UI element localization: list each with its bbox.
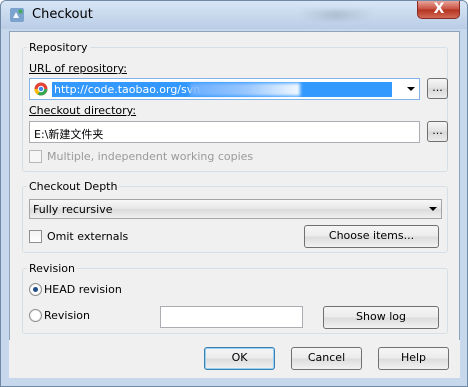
revision-number-input[interactable]	[160, 306, 303, 328]
checkout-directory-value: E:\新建文件夹	[34, 128, 104, 141]
blurred-title-area	[301, 10, 371, 20]
choose-items-button[interactable]: Choose items...	[304, 225, 439, 248]
show-log-button[interactable]: Show log	[323, 306, 439, 329]
ok-button[interactable]: OK	[204, 347, 275, 370]
checkout-depth-select[interactable]: Fully recursive	[29, 199, 442, 219]
title-bar[interactable]: Checkout X	[1, 1, 467, 29]
url-label: URL of repository:	[29, 62, 127, 75]
browse-directory-button[interactable]: ...	[427, 121, 448, 142]
dialog-footer: OK Cancel Help	[9, 340, 460, 378]
chevron-down-icon	[407, 87, 415, 91]
close-icon: X	[433, 1, 445, 17]
help-button[interactable]: Help	[378, 347, 449, 370]
radio-selected-dot	[33, 287, 38, 292]
url-label-text: URL of repository:	[29, 62, 127, 75]
revision-label: Revision	[44, 309, 90, 322]
revision-group-label: Revision	[27, 262, 77, 275]
close-button[interactable]: X	[417, 1, 460, 19]
multiple-working-copies-checkbox[interactable]	[29, 150, 42, 163]
omit-externals-checkbox[interactable]	[29, 230, 42, 243]
checkout-dialog-window: Checkout X Repository URL of repository:…	[0, 0, 468, 387]
repository-url-combobox[interactable]: http://code.taobao.org/svn	[29, 78, 420, 100]
repository-group-label: Repository	[27, 41, 90, 54]
checkout-directory-input[interactable]: E:\新建文件夹	[29, 121, 420, 143]
checkout-depth-selected-value: Fully recursive	[33, 203, 113, 216]
tortoise-svn-icon	[10, 8, 24, 22]
window-title: Checkout	[32, 7, 93, 22]
chevron-down-icon	[429, 207, 437, 211]
checkout-directory-label: Checkout directory:	[29, 104, 136, 117]
blurred-url-suffix	[190, 83, 300, 96]
head-revision-label: HEAD revision	[44, 283, 122, 296]
dialog-content: Repository URL of repository: http://cod…	[9, 31, 460, 341]
head-revision-radio[interactable]	[29, 283, 42, 296]
cancel-button[interactable]: Cancel	[291, 347, 362, 370]
checkout-directory-label-text: Checkout directory:	[29, 104, 137, 117]
repository-url-value: http://code.taobao.org/svn	[54, 83, 201, 96]
browse-repository-button[interactable]: ...	[427, 78, 448, 99]
checkout-depth-group-label: Checkout Depth	[27, 180, 120, 193]
omit-externals-label: Omit externals	[47, 230, 129, 243]
chrome-icon	[34, 82, 48, 96]
multiple-working-copies-label: Multiple, independent working copies	[47, 150, 254, 163]
revision-radio[interactable]	[29, 309, 42, 322]
